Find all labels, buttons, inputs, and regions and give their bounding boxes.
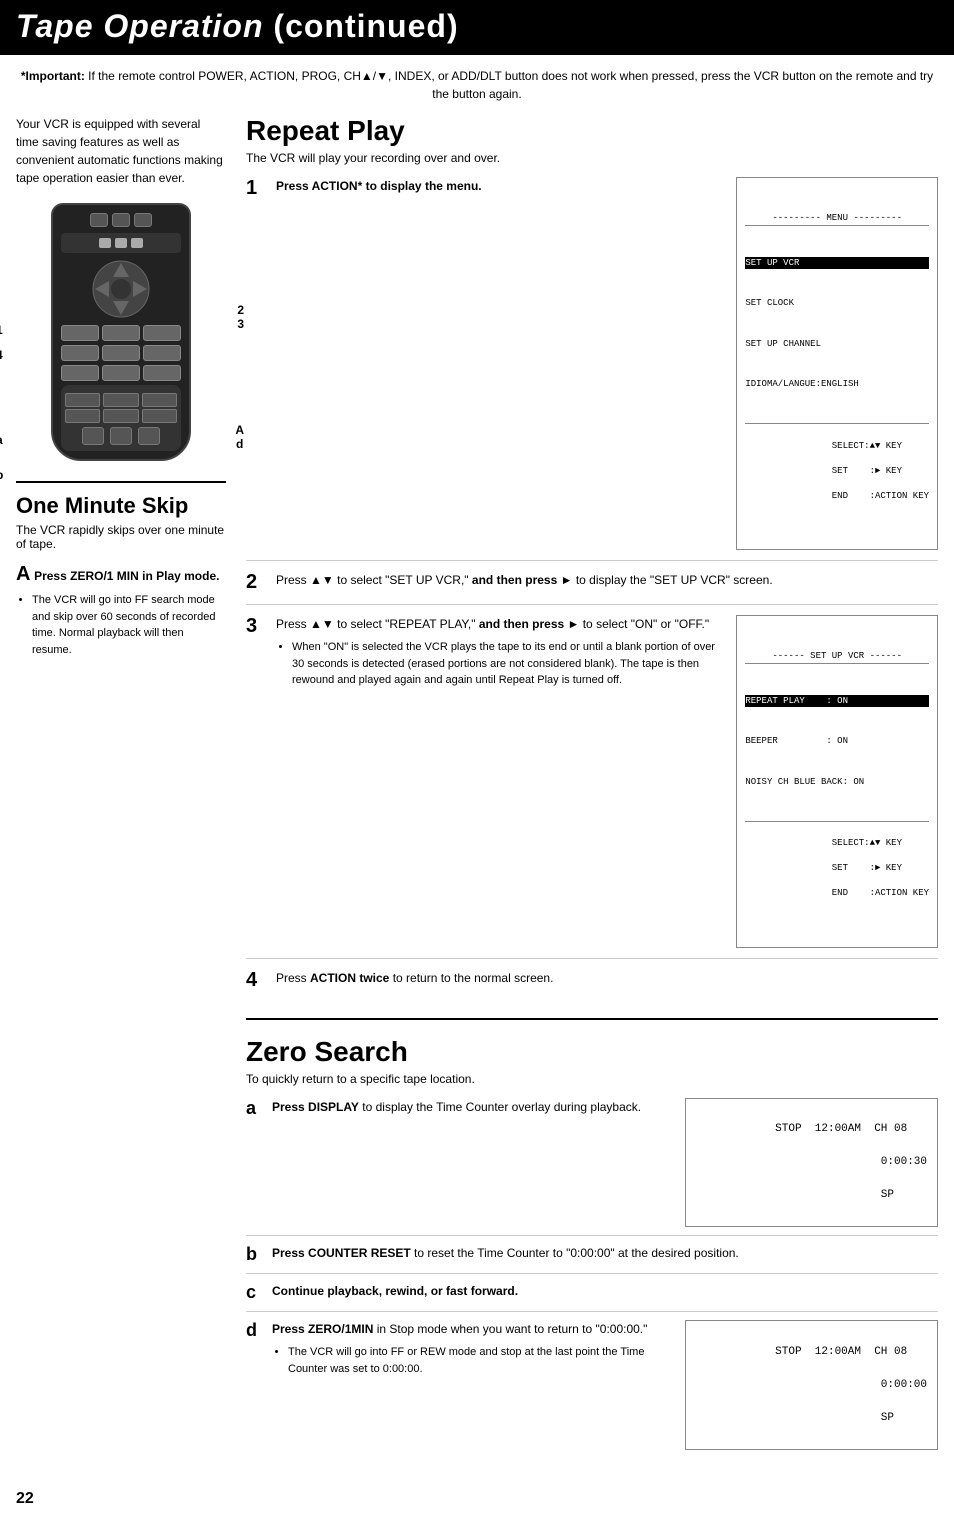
step-d-bullets: The VCR will go into FF or REW mode and … xyxy=(272,1344,677,1377)
step-num-a: a xyxy=(246,1098,264,1119)
repeat-play-title: Repeat Play xyxy=(246,115,938,147)
step-d-bullet: The VCR will go into FF or REW mode and … xyxy=(288,1344,677,1377)
step-num-c: c xyxy=(246,1282,264,1303)
repeat-play-step-1: 1 Press ACTION* to display the menu. ---… xyxy=(246,177,938,561)
zero-search-step-a: a Press DISPLAY to display the Time Coun… xyxy=(246,1098,938,1237)
remote-btn xyxy=(61,365,99,381)
remote-btn xyxy=(110,427,132,445)
step-4-content: Press ACTION twice to return to the norm… xyxy=(276,969,938,992)
title-main: Tape Operation xyxy=(16,8,264,44)
step-c-content: Continue playback, rewind, or fast forwa… xyxy=(272,1282,938,1300)
zero-search-section: Zero Search To quickly return to a speci… xyxy=(246,1036,938,1458)
one-minute-skip-step-a: A Press ZERO/1 MIN in Play mode. xyxy=(16,563,226,586)
repeat-play-step-4: 4 Press ACTION twice to return to the no… xyxy=(246,969,938,1002)
remote-btn xyxy=(142,393,177,407)
zero-search-step-d: d Press ZERO/1MIN in Stop mode when you … xyxy=(246,1320,938,1458)
step-1-content: Press ACTION* to display the menu. -----… xyxy=(276,177,938,550)
menu-box-1: --------- MENU --------- SET UP VCR SET … xyxy=(736,177,938,550)
remote-label-23: 2 3 xyxy=(237,303,244,331)
remote-btn xyxy=(103,409,138,423)
step-a-content: Press DISPLAY to display the Time Counte… xyxy=(272,1098,677,1116)
remote-label-1: 1 · xyxy=(0,323,3,351)
section-divider xyxy=(246,1018,938,1020)
remote-btn xyxy=(61,345,99,361)
remote-btn xyxy=(138,427,160,445)
remote-btn xyxy=(143,345,181,361)
important-label: *Important: xyxy=(21,69,85,83)
remote-btn xyxy=(102,345,140,361)
one-minute-skip-title: One Minute Skip xyxy=(16,493,226,519)
important-note: *Important: If the remote control POWER,… xyxy=(0,67,954,115)
repeat-play-step-3: 3 Press ▲▼ to select "REPEAT PLAY," and … xyxy=(246,615,938,959)
vcr-screen-a: STOP 12:00AM CH 08 0:00:30 SP xyxy=(685,1098,938,1228)
remote-btn xyxy=(82,427,104,445)
remote-btn xyxy=(143,325,181,341)
page-header: Tape Operation (continued) xyxy=(0,0,954,55)
step-3-bullets: When "ON" is selected the VCR plays the … xyxy=(276,639,728,689)
step-num-3: 3 xyxy=(246,615,268,948)
remote-btn xyxy=(134,213,152,227)
one-minute-skip-subtitle: The VCR rapidly skips over one minute of… xyxy=(16,523,226,551)
remote-btn xyxy=(90,213,108,227)
menu-box-3: ------ SET UP VCR ------ REPEAT PLAY : O… xyxy=(736,615,938,948)
repeat-play-section: Repeat Play The VCR will play your recor… xyxy=(246,115,938,1002)
important-text: If the remote control POWER, ACTION, PRO… xyxy=(88,69,933,101)
zero-search-subtitle: To quickly return to a specific tape loc… xyxy=(246,1072,938,1086)
page-title: Tape Operation (continued) xyxy=(16,8,938,45)
remote-btn xyxy=(142,409,177,423)
vcr-screen-d: STOP 12:00AM CH 08 0:00:00 SP xyxy=(685,1320,938,1450)
page-number: 22 xyxy=(0,1482,954,1516)
zero-search-title: Zero Search xyxy=(246,1036,938,1068)
remote-label-Ad: A d xyxy=(235,423,244,451)
remote-btn xyxy=(112,213,130,227)
remote-btn xyxy=(103,393,138,407)
step-num-b: b xyxy=(246,1244,264,1265)
bullet-item: The VCR will go into FF search mode and … xyxy=(32,592,226,658)
remote-btn xyxy=(65,393,100,407)
zero-search-step-c: c Continue playback, rewind, or fast for… xyxy=(246,1282,938,1312)
remote-label-a: a xyxy=(0,433,3,447)
remote-display xyxy=(61,233,181,253)
one-minute-skip-section: One Minute Skip The VCR rapidly skips ov… xyxy=(16,481,226,658)
remote-body xyxy=(51,203,191,461)
remote-label-4: 4 xyxy=(0,348,3,362)
zero-search-step-b: b Press COUNTER RESET to reset the Time … xyxy=(246,1244,938,1274)
step-2-content: Press ▲▼ to select "SET UP VCR," and the… xyxy=(276,571,938,594)
repeat-play-subtitle: The VCR will play your recording over an… xyxy=(246,151,938,165)
step-3-content: Press ▲▼ to select "REPEAT PLAY," and th… xyxy=(276,615,938,948)
remote-btn xyxy=(102,325,140,341)
left-column: Your VCR is equipped with several time s… xyxy=(16,115,226,1466)
remote-illustration: 1 · 4 2 3 a b A d xyxy=(16,203,226,461)
remote-btn xyxy=(143,365,181,381)
step-b-content: Press COUNTER RESET to reset the Time Co… xyxy=(272,1244,938,1262)
one-minute-skip-bullets: The VCR will go into FF search mode and … xyxy=(16,592,226,658)
step-num-2: 2 xyxy=(246,571,268,594)
step-a-text: Press ZERO/1 MIN in Play mode. xyxy=(34,569,219,583)
step-a-label: A xyxy=(16,563,30,585)
step-d-content: Press ZERO/1MIN in Stop mode when you wa… xyxy=(272,1320,677,1377)
step-num-4: 4 xyxy=(246,969,268,992)
right-column: Repeat Play The VCR will play your recor… xyxy=(246,115,938,1466)
remote-btn xyxy=(61,325,99,341)
repeat-play-step-2: 2 Press ▲▼ to select "SET UP VCR," and t… xyxy=(246,571,938,605)
remote-btn xyxy=(65,409,100,423)
vcr-intro-text: Your VCR is equipped with several time s… xyxy=(16,115,226,187)
remote-label-b: b xyxy=(0,468,3,482)
main-layout: Your VCR is equipped with several time s… xyxy=(0,115,954,1466)
step-num-d: d xyxy=(246,1320,264,1341)
title-subtitle: (continued) xyxy=(273,8,458,44)
remote-bottom-area xyxy=(61,385,181,451)
step-num-1: 1 xyxy=(246,177,268,550)
remote-btn xyxy=(102,365,140,381)
step-3-bullet: When "ON" is selected the VCR plays the … xyxy=(292,639,728,689)
dpad-icon xyxy=(91,259,151,319)
